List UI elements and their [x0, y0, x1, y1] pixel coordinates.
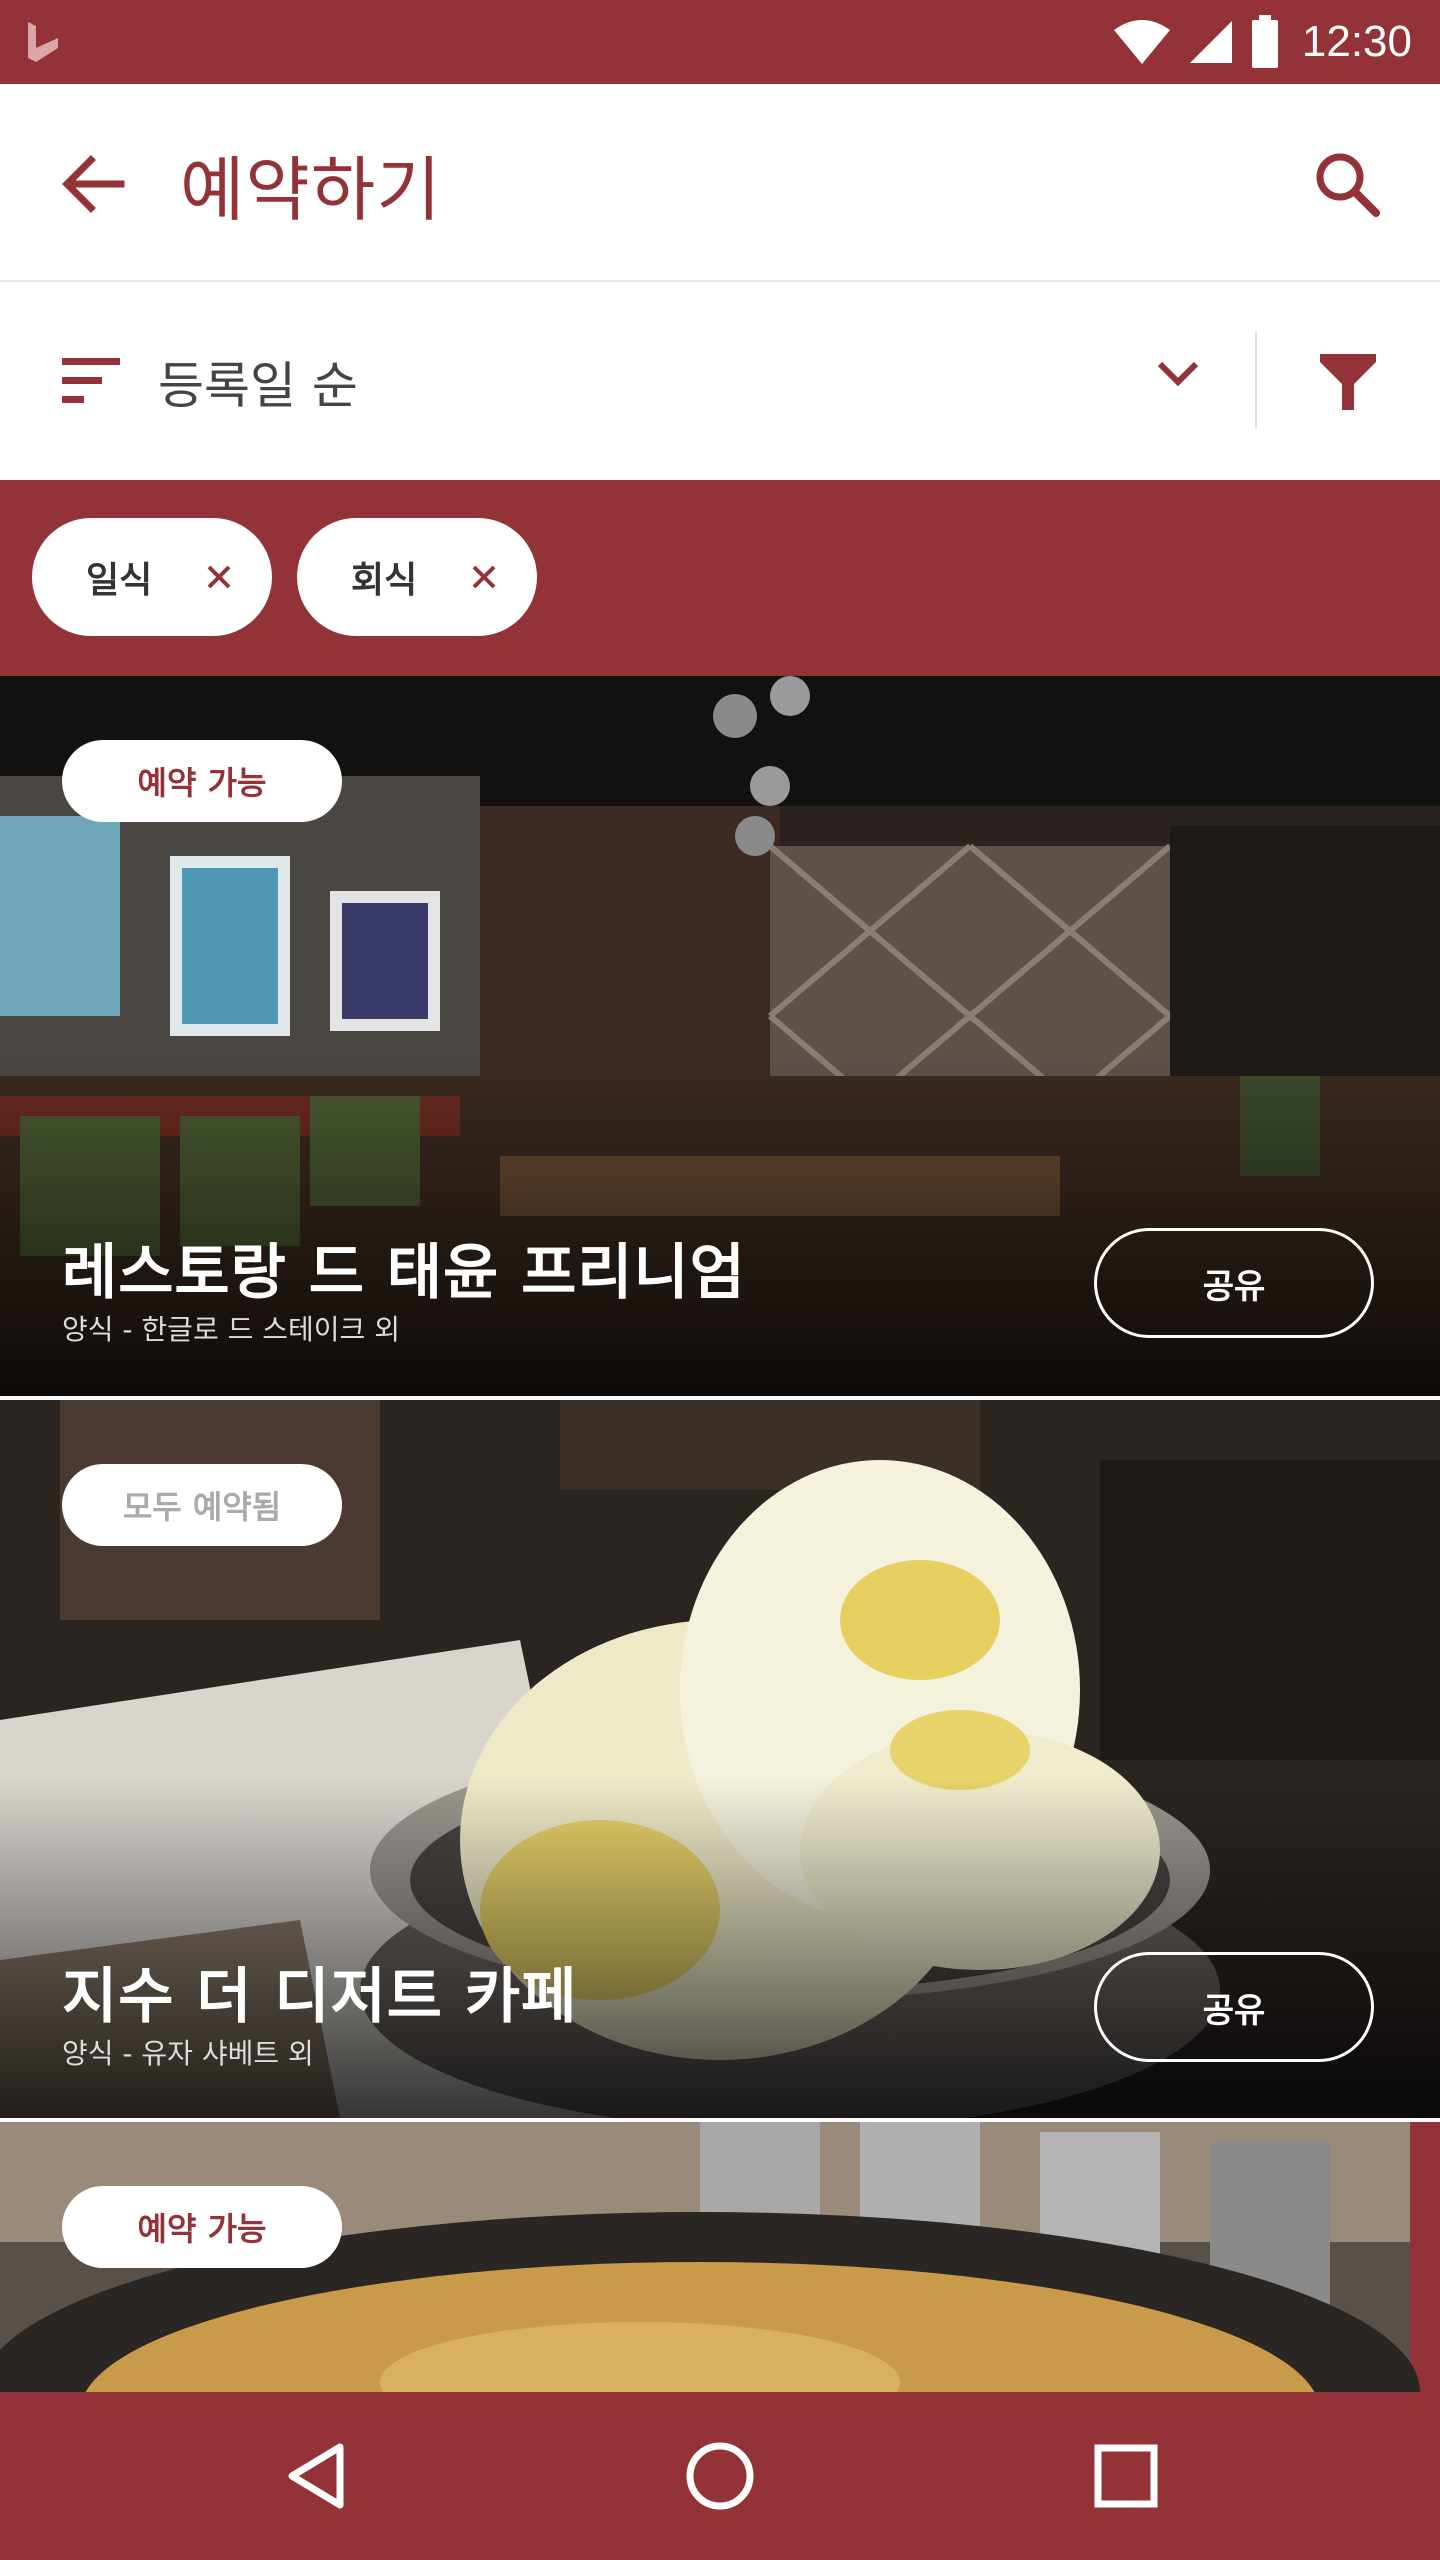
- search-button[interactable]: [1302, 139, 1392, 229]
- status-time: 12:30: [1301, 17, 1412, 66]
- share-button[interactable]: 공유: [1094, 1228, 1374, 1338]
- share-button[interactable]: 공유: [1094, 1952, 1374, 2062]
- sort-dropdown[interactable]: [1148, 344, 1208, 404]
- square-recents-icon: [1094, 2444, 1158, 2508]
- restaurant-card[interactable]: 예약 가능: [0, 2122, 1440, 2392]
- sort-bar[interactable]: 등록일 순: [0, 282, 1440, 480]
- filter-chip-label: 회식: [351, 560, 418, 601]
- nav-home-button[interactable]: [670, 2426, 770, 2526]
- availability-badge: 모두 예약됨: [62, 1464, 342, 1546]
- filter-chips-bar: 일식 회식: [0, 480, 1440, 676]
- app-logo-icon: [28, 22, 58, 62]
- app-bar: 예약하기: [0, 84, 1440, 282]
- restaurant-description: 양식 - 유자 샤베트 외: [62, 2037, 314, 2070]
- status-bar: 12:30: [0, 0, 1440, 84]
- restaurant-name: 레스토랑 드 태윤 프리니엄: [62, 1238, 746, 1308]
- filter-chip[interactable]: 일식: [32, 518, 272, 636]
- availability-badge: 예약 가능: [62, 740, 342, 822]
- sort-label: 등록일 순: [158, 357, 358, 415]
- close-icon[interactable]: [204, 562, 234, 592]
- filter-button[interactable]: [1310, 344, 1386, 420]
- status-icons: 12:30: [1112, 0, 1412, 84]
- divider: [1255, 332, 1257, 428]
- restaurant-card[interactable]: 예약 가능 레스토랑 드 태윤 프리니엄 양식 - 한글로 드 스테이크 외 공…: [0, 676, 1440, 1396]
- circle-home-icon: [686, 2442, 754, 2510]
- search-icon: [1316, 153, 1380, 217]
- close-icon[interactable]: [469, 562, 499, 592]
- filter-icon: [1320, 354, 1376, 410]
- filter-chip[interactable]: 회식: [297, 518, 537, 636]
- sort-icon: [62, 358, 120, 403]
- chevron-down-icon: [1157, 361, 1199, 387]
- wifi-icon: [1113, 20, 1170, 64]
- system-nav-bar: [0, 2392, 1440, 2560]
- triangle-back-icon: [288, 2443, 344, 2509]
- nav-recents-button[interactable]: [1076, 2426, 1176, 2526]
- arrow-back-icon: [62, 155, 125, 213]
- signal-icon: [1189, 21, 1232, 63]
- restaurant-card[interactable]: 모두 예약됨 지수 더 디저트 카페 양식 - 유자 샤베트 외 공유: [0, 1400, 1440, 2118]
- restaurant-description: 양식 - 한글로 드 스테이크 외: [62, 1313, 400, 1346]
- nav-back-button[interactable]: [266, 2426, 366, 2526]
- availability-badge: 예약 가능: [62, 2186, 342, 2268]
- page-title: 예약하기: [180, 149, 442, 231]
- back-button[interactable]: [48, 139, 138, 229]
- restaurant-name: 지수 더 디저트 카페: [62, 1962, 578, 2032]
- filter-chip-label: 일식: [86, 560, 153, 601]
- battery-icon: [1251, 15, 1278, 68]
